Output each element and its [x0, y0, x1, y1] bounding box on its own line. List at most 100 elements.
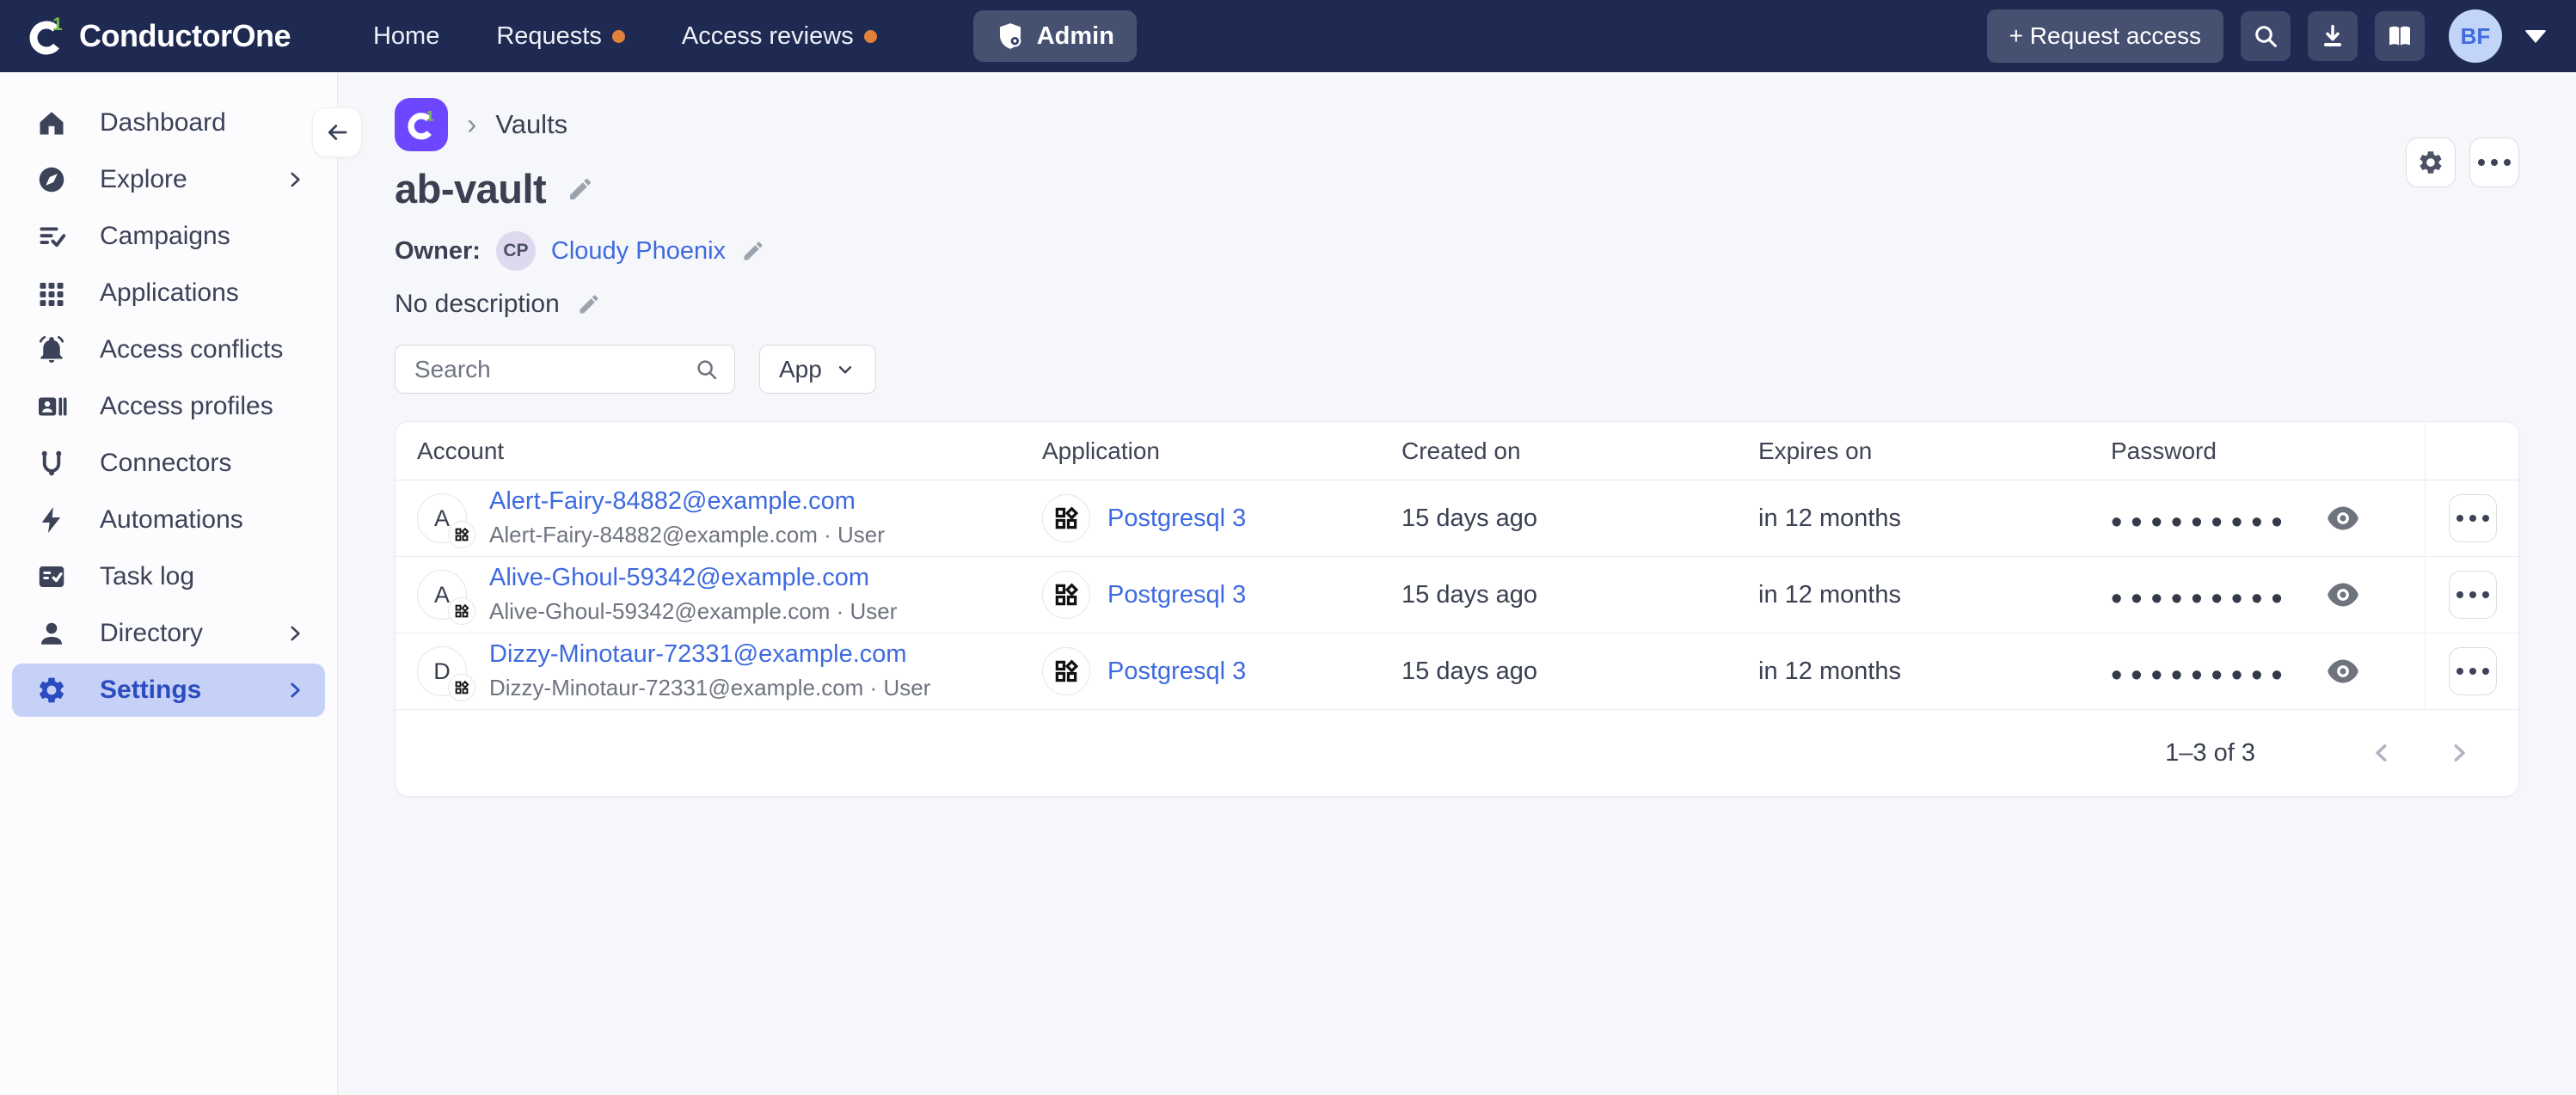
- sidebar-item-label: Directory: [100, 619, 284, 648]
- search-icon: [2252, 22, 2279, 50]
- profile-card-icon: [34, 391, 69, 422]
- campaigns-icon: [34, 221, 69, 252]
- nav-admin[interactable]: Admin: [973, 10, 1137, 62]
- column-header-account: Account: [396, 422, 1042, 480]
- password-mask: •••••••••: [2111, 651, 2291, 692]
- task-log-icon: [34, 561, 69, 592]
- row-more-button[interactable]: [2449, 494, 2497, 542]
- sidebar-item-automations[interactable]: Automations: [12, 493, 325, 547]
- conductorone-logo-icon: 1: [26, 15, 67, 57]
- description-text: No description: [395, 290, 560, 319]
- account-link[interactable]: Alert-Fairy-84882@example.com: [489, 487, 885, 516]
- sidebar-item-dashboard[interactable]: Dashboard: [12, 96, 325, 150]
- user-menu-caret-icon[interactable]: [2524, 30, 2547, 43]
- reveal-password-button[interactable]: [2321, 655, 2364, 688]
- sidebar-item-task-log[interactable]: Task log: [12, 550, 325, 603]
- breadcrumb-vaults-link[interactable]: Vaults: [495, 109, 567, 140]
- sidebar-item-connectors[interactable]: Connectors: [12, 437, 325, 490]
- sidebar-item-applications[interactable]: Applications: [12, 266, 325, 320]
- owner-name-link[interactable]: Cloudy Phoenix: [551, 237, 726, 266]
- sidebar-item-campaigns[interactable]: Campaigns: [12, 210, 325, 263]
- nav-access-reviews-label: Access reviews: [682, 22, 854, 51]
- application-link[interactable]: Postgresql 3: [1107, 581, 1246, 609]
- svg-text:1: 1: [52, 15, 63, 34]
- table-row: A Alive-Ghoul-59342@example.com Alive-Gh…: [396, 557, 2518, 633]
- account-link[interactable]: Dizzy-Minotaur-72331@example.com: [489, 640, 930, 669]
- account-link[interactable]: Alive-Ghoul-59342@example.com: [489, 564, 897, 592]
- request-access-button[interactable]: + Request access: [1987, 9, 2223, 63]
- chevron-right-icon: [284, 622, 306, 645]
- account-subtext: Dizzy-Minotaur-72331@example.com · User: [489, 675, 930, 700]
- ellipsis-icon: [2456, 515, 2489, 522]
- sidebar-item-access-profiles[interactable]: Access profiles: [12, 380, 325, 433]
- vault-more-button[interactable]: [2469, 138, 2519, 187]
- sidebar-item-label: Access conflicts: [100, 335, 306, 364]
- chevron-left-icon: [2369, 740, 2395, 766]
- pagination-next-button[interactable]: [2439, 733, 2479, 773]
- lightning-icon: [34, 505, 69, 535]
- download-icon: [2319, 22, 2346, 50]
- vault-settings-button[interactable]: [2406, 138, 2456, 187]
- notification-dot: [612, 30, 625, 43]
- search-input[interactable]: [395, 345, 735, 394]
- brand[interactable]: 1 ConductorOne: [26, 15, 291, 57]
- created-on-value: 15 days ago: [1401, 557, 1758, 633]
- home-icon: [34, 107, 69, 138]
- postgres-app-icon: [1042, 647, 1090, 695]
- search-button[interactable]: [2241, 11, 2291, 61]
- sidebar-item-label: Settings: [100, 676, 284, 705]
- chevron-right-icon: [284, 679, 306, 701]
- pagination-range-label: 1–3 of 3: [2165, 739, 2255, 768]
- gear-icon: [2417, 149, 2444, 176]
- chevron-right-icon: [2446, 740, 2472, 766]
- postgres-app-icon: [1042, 571, 1090, 619]
- reveal-password-button[interactable]: [2321, 502, 2364, 535]
- password-mask: •••••••••: [2111, 498, 2291, 539]
- edit-owner-pencil-icon[interactable]: [741, 239, 765, 263]
- edit-title-pencil-icon[interactable]: [567, 175, 594, 203]
- owner-label: Owner:: [395, 237, 481, 266]
- postgres-app-badge-icon: [448, 674, 475, 701]
- breadcrumb: 1 › Vaults: [395, 98, 2519, 151]
- sidebar-item-label: Campaigns: [100, 222, 306, 251]
- sidebar-item-access-conflicts[interactable]: Access conflicts: [12, 323, 325, 376]
- download-button[interactable]: [2308, 11, 2358, 61]
- sidebar-item-directory[interactable]: Directory: [12, 607, 325, 660]
- ellipsis-icon: [2456, 591, 2489, 598]
- eye-icon: [2325, 505, 2361, 531]
- edit-description-pencil-icon[interactable]: [577, 292, 601, 316]
- gear-icon: [34, 675, 69, 706]
- app-filter-dropdown[interactable]: App: [759, 345, 876, 394]
- column-header-expires-on: Expires on: [1758, 422, 2111, 480]
- brand-name: ConductorOne: [79, 18, 291, 54]
- column-header-password: Password: [2111, 422, 2425, 480]
- application-link[interactable]: Postgresql 3: [1107, 658, 1246, 686]
- sidebar-item-label: Connectors: [100, 449, 306, 478]
- application-link[interactable]: Postgresql 3: [1107, 505, 1246, 533]
- top-navbar: 1 ConductorOne Home Requests Access revi…: [0, 0, 2576, 72]
- nav-home[interactable]: Home: [373, 22, 439, 51]
- account-subtext: Alert-Fairy-84882@example.com · User: [489, 522, 885, 548]
- chevron-right-icon: [284, 168, 306, 191]
- row-more-button[interactable]: [2449, 647, 2497, 695]
- sidebar-item-explore[interactable]: Explore: [12, 153, 325, 206]
- password-mask: •••••••••: [2111, 574, 2291, 615]
- conductorone-app-icon[interactable]: 1: [395, 98, 448, 151]
- reveal-password-button[interactable]: [2321, 578, 2364, 611]
- sidebar-collapse-button[interactable]: [312, 107, 362, 157]
- notification-dot: [864, 30, 877, 43]
- pagination-prev-button[interactable]: [2362, 733, 2401, 773]
- account-avatar: D: [417, 646, 467, 696]
- row-more-button[interactable]: [2449, 571, 2497, 619]
- nav-access-reviews[interactable]: Access reviews: [682, 22, 877, 51]
- sidebar-item-settings[interactable]: Settings: [12, 664, 325, 717]
- nav-requests-label: Requests: [496, 22, 602, 51]
- column-header-application: Application: [1042, 422, 1401, 480]
- page-title: ab-vault: [395, 165, 546, 212]
- user-avatar[interactable]: BF: [2449, 9, 2502, 63]
- docs-button[interactable]: [2375, 11, 2425, 61]
- account-subtext: Alive-Ghoul-59342@example.com · User: [489, 598, 897, 624]
- app-filter-label: App: [779, 356, 822, 383]
- nav-requests[interactable]: Requests: [496, 22, 625, 51]
- connectors-icon: [34, 448, 69, 479]
